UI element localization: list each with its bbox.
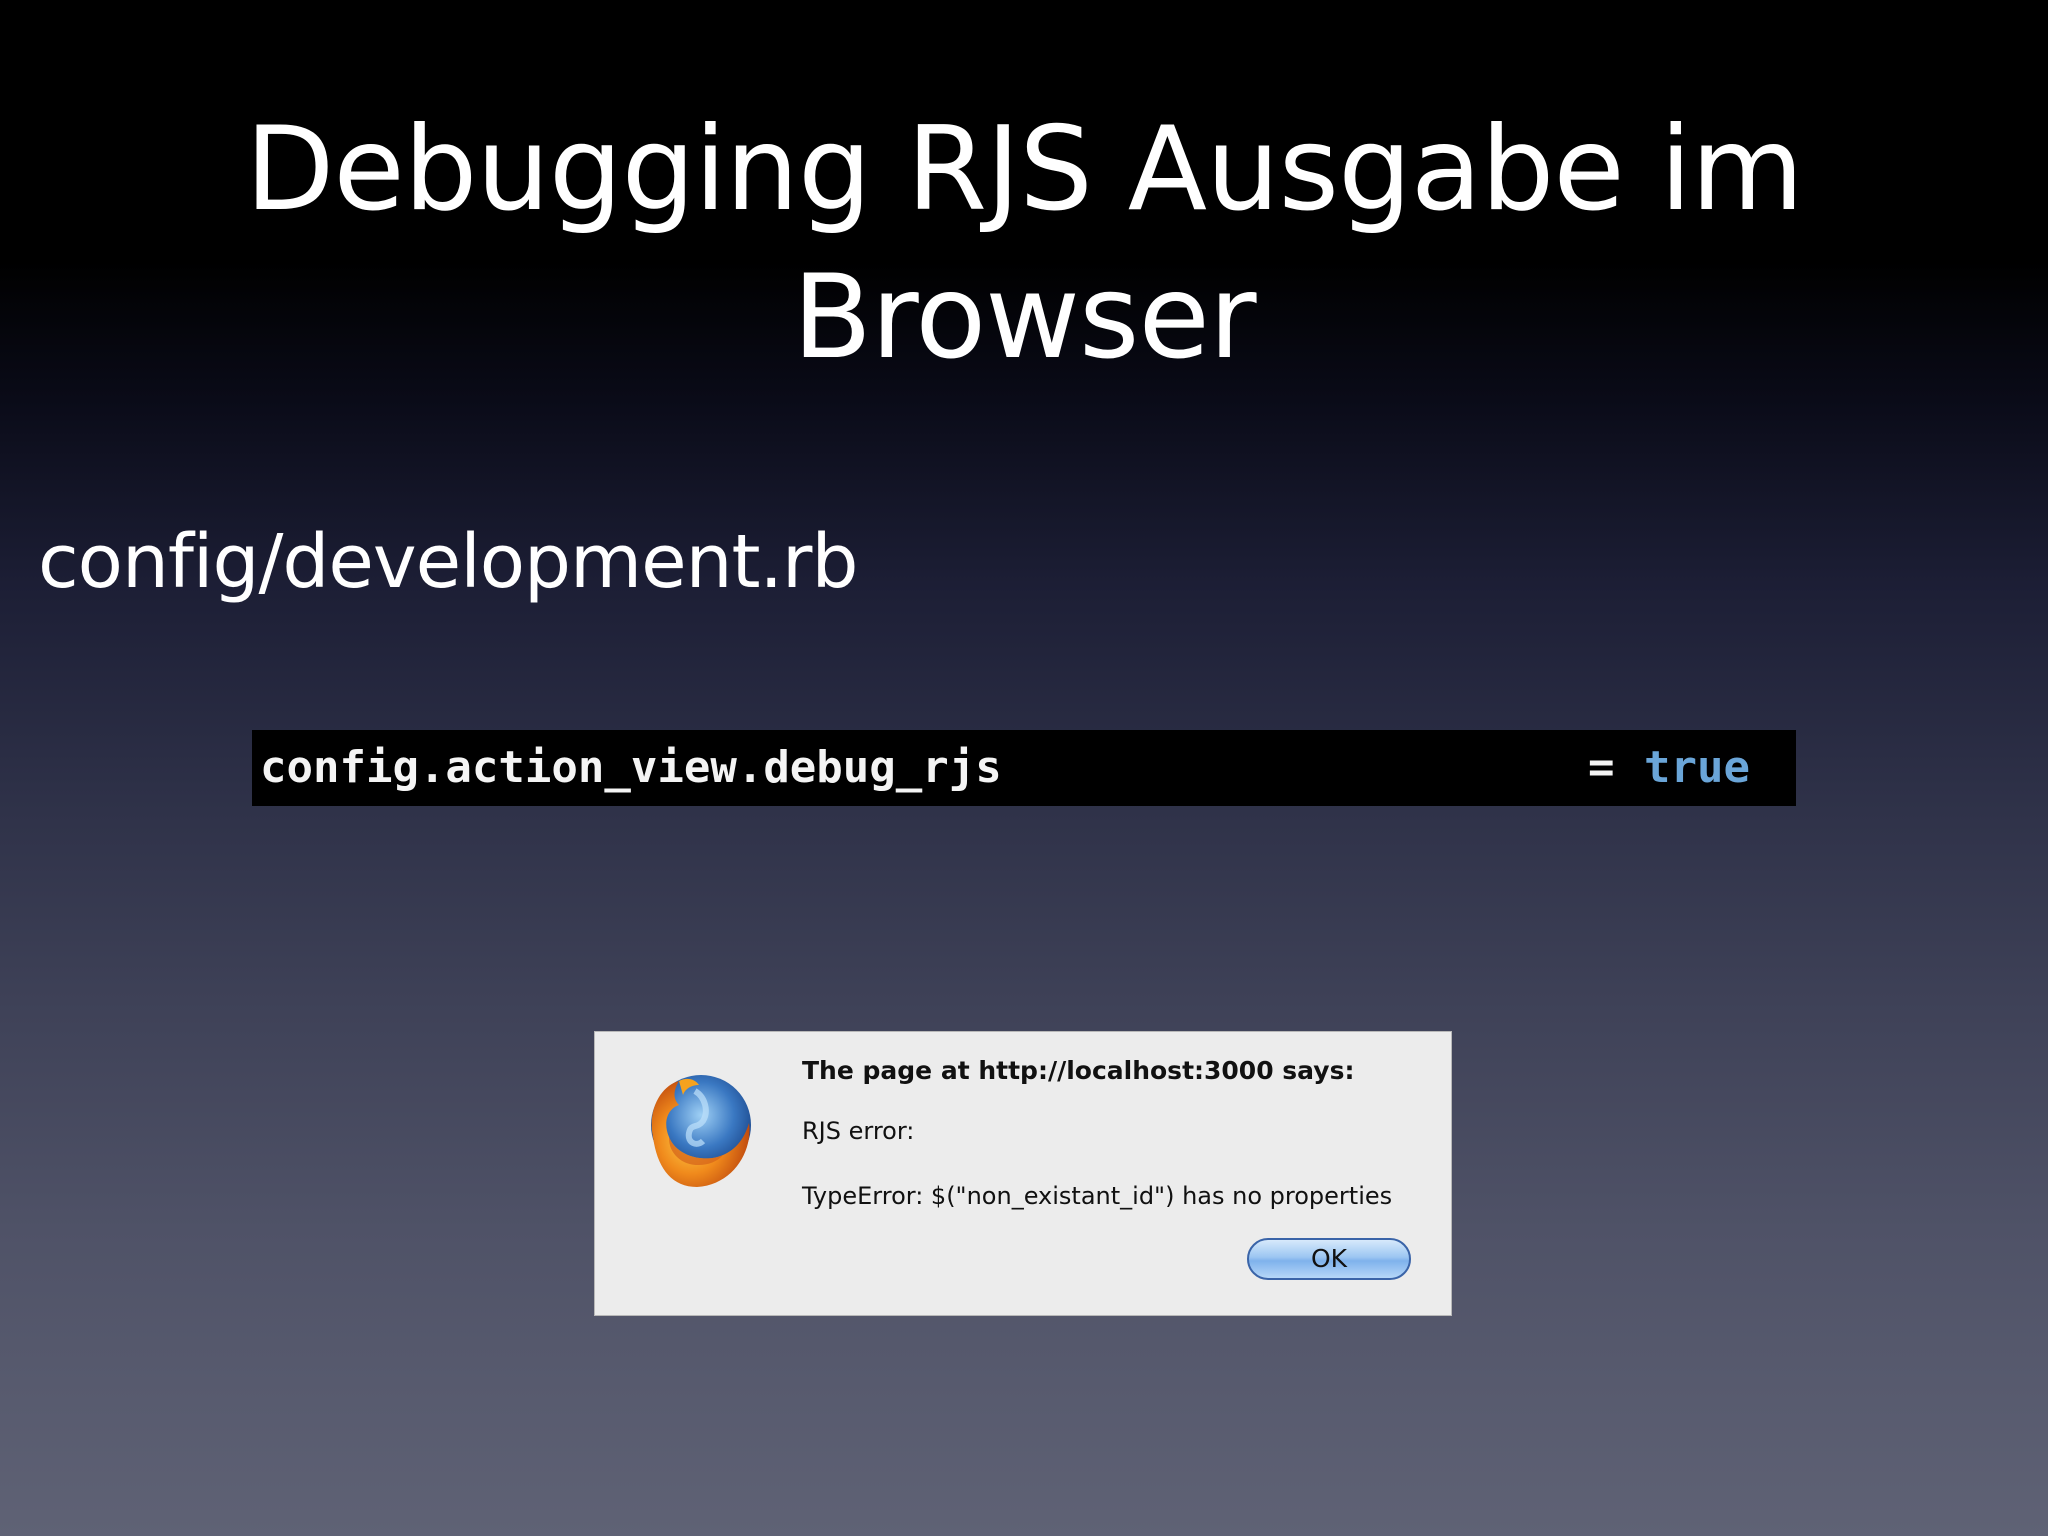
alert-message-detail: TypeError: $("non_existant_id") has no p… — [802, 1182, 1393, 1210]
alert-message-title: RJS error: — [802, 1117, 915, 1145]
code-operator: = — [1588, 742, 1615, 793]
slide-title: Debugging RJS Ausgabe im Browser — [0, 96, 2048, 392]
slide-title-line-1: Debugging RJS Ausgabe im — [245, 102, 1804, 237]
firefox-logo-icon — [651, 1075, 751, 1187]
code-value: true — [1644, 742, 1750, 793]
slide-title-line-2: Browser — [792, 250, 1256, 385]
code-setting-name: config.action_view.debug_rjs — [260, 742, 1002, 793]
javascript-alert-dialog: The page at http://localhost:3000 says: … — [594, 1031, 1452, 1316]
alert-heading: The page at http://localhost:3000 says: — [802, 1056, 1355, 1085]
code-snippet: config.action_view.debug_rjs = true — [252, 730, 1796, 806]
config-file-path: config/development.rb — [38, 519, 858, 605]
ok-button[interactable]: OK — [1247, 1238, 1411, 1280]
